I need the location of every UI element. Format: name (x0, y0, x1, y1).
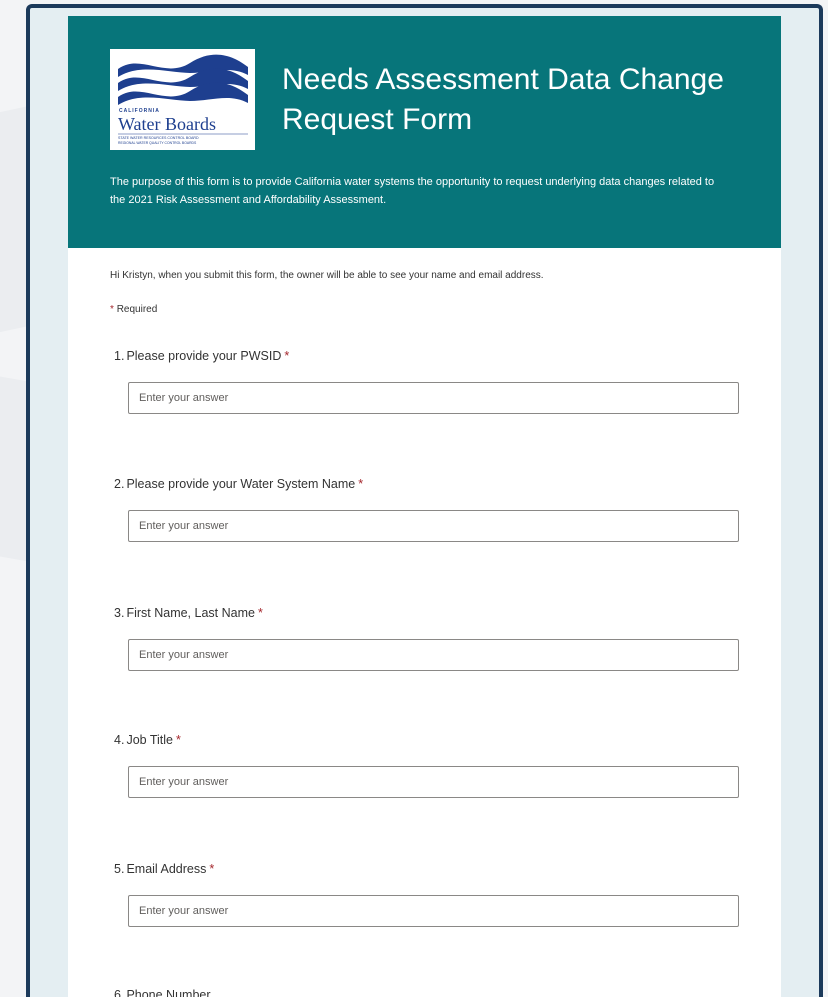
form-card: CALIFORNIA Water Boards STATE WATER RESO… (68, 16, 781, 997)
question-label: 1. Please provide your PWSID * (114, 346, 754, 366)
question-phone: 6. Phone Number (114, 985, 754, 997)
water-boards-logo: CALIFORNIA Water Boards STATE WATER RESO… (110, 49, 255, 150)
question-number: 5. (114, 862, 125, 876)
question-name: 3. First Name, Last Name * (114, 603, 754, 671)
required-note: * Required (110, 304, 157, 315)
form-header: CALIFORNIA Water Boards STATE WATER RESO… (68, 16, 781, 248)
name-input[interactable] (128, 639, 739, 671)
question-number: 6. (114, 988, 125, 997)
question-email: 5. Email Address * (114, 859, 754, 927)
svg-text:REGIONAL WATER QUALITY CONTROL: REGIONAL WATER QUALITY CONTROL BOARDS (118, 141, 197, 145)
question-text: Email Address (126, 862, 207, 876)
form-title: Needs Assessment Data Change Request For… (282, 63, 724, 136)
email-input[interactable] (128, 895, 739, 927)
question-pwsid: 1. Please provide your PWSID * (114, 346, 754, 414)
required-star: * (110, 304, 114, 315)
job-title-input[interactable] (128, 766, 739, 798)
question-label: 3. First Name, Last Name * (114, 603, 754, 623)
form-frame: CALIFORNIA Water Boards STATE WATER RESO… (26, 4, 823, 997)
required-star: * (209, 862, 215, 876)
required-label: Required (116, 304, 158, 315)
svg-text:STATE WATER RESOURCES CONTROL: STATE WATER RESOURCES CONTROL BOARD (118, 136, 199, 140)
question-label: 4. Job Title * (114, 730, 754, 750)
question-job-title: 4. Job Title * (114, 730, 754, 798)
question-number: 1. (114, 349, 125, 363)
required-star: * (284, 349, 290, 363)
question-water-system-name: 2. Please provide your Water System Name * (114, 474, 754, 542)
question-label: 2. Please provide your Water System Name * (114, 474, 754, 494)
required-star: * (358, 477, 364, 491)
required-star: * (257, 606, 263, 620)
question-text: First Name, Last Name (126, 606, 255, 620)
question-text: Please provide your PWSID (126, 349, 282, 363)
question-label: 6. Phone Number (114, 985, 754, 997)
question-number: 3. (114, 606, 125, 620)
required-star: * (176, 733, 181, 747)
form-description: The purpose of this form is to provide C… (110, 176, 715, 206)
question-label: 5. Email Address * (114, 859, 754, 879)
question-text: Please provide your Water System Name (126, 477, 356, 491)
pwsid-input[interactable] (128, 382, 739, 414)
svg-text:Water Boards: Water Boards (118, 114, 216, 134)
question-number: 2. (114, 477, 125, 491)
question-text: Job Title (126, 733, 173, 747)
question-number: 4. (114, 733, 125, 747)
identity-notice: Hi Kristyn, when you submit this form, t… (110, 270, 544, 281)
water-system-name-input[interactable] (128, 510, 739, 542)
question-text: Phone Number (126, 988, 211, 997)
